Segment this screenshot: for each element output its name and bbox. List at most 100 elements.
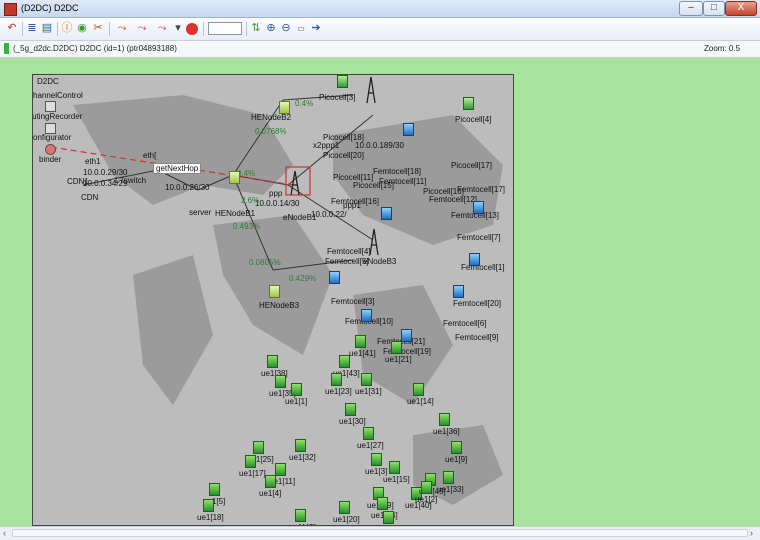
femtocell-node[interactable] xyxy=(469,253,480,266)
zoom-out-icon[interactable]: ⊖ xyxy=(280,21,292,36)
ue-node[interactable] xyxy=(443,471,454,484)
link-load-label: 0.0768% xyxy=(255,127,287,136)
configurator-icon[interactable] xyxy=(45,144,56,155)
config-icon[interactable]: ✂ xyxy=(91,21,105,36)
ue-node[interactable] xyxy=(363,427,374,440)
toolbar-separator xyxy=(203,22,204,36)
minimize-button[interactable]: – xyxy=(679,1,703,16)
scroll-left-icon[interactable]: ‹ xyxy=(3,528,6,538)
channel-control-icon[interactable] xyxy=(45,101,56,112)
run-icon[interactable]: ⤳ xyxy=(133,21,151,36)
ue-node[interactable] xyxy=(377,497,388,510)
stop-icon[interactable] xyxy=(185,21,199,36)
ue-node[interactable] xyxy=(451,441,462,454)
femtocell-label: Femtocell[16] xyxy=(331,197,380,206)
ue-node[interactable] xyxy=(421,481,432,494)
express-icon[interactable]: ▾ xyxy=(173,21,183,36)
picocell-label: Picocell[3] xyxy=(319,93,356,102)
femtocell-label: Femtocell[18] xyxy=(373,167,422,176)
ue-node[interactable] xyxy=(291,383,302,396)
scroll-right-icon[interactable]: › xyxy=(750,528,753,538)
femtocell-label: Femtocell[7] xyxy=(457,233,501,242)
ue-node[interactable] xyxy=(275,463,286,476)
info-icon[interactable]: Ⓘ xyxy=(61,21,73,36)
refresh-icon[interactable]: ⇅ xyxy=(250,21,262,36)
ue-label: ue1[1] xyxy=(285,397,308,406)
ppp-label: ppp xyxy=(269,189,283,198)
undo-icon[interactable]: ↶ xyxy=(6,21,18,36)
ue-label: ue1[18] xyxy=(197,513,224,522)
arrow-icon[interactable]: ➔ xyxy=(310,21,322,36)
dot-icon[interactable]: ◉ xyxy=(76,21,88,36)
ue-label: ue1[2] xyxy=(415,495,438,504)
fast-icon[interactable]: ⤳ xyxy=(153,21,171,36)
femtocell-label: Femtocell[1] xyxy=(461,263,505,272)
ue-node[interactable] xyxy=(439,413,450,426)
doc-icon[interactable]: ▤ xyxy=(41,21,53,36)
link-load-label: 2.6% xyxy=(241,196,260,205)
text-icon[interactable]: ▭ xyxy=(294,21,308,36)
ue-label: ue1[15] xyxy=(383,475,410,484)
picocell-node[interactable] xyxy=(337,75,348,88)
femtocell-label: Femtocell[6] xyxy=(443,319,487,328)
list-icon[interactable]: ≣ xyxy=(26,21,38,36)
ue-node[interactable] xyxy=(275,375,286,388)
picocell-ip-label: 10.0.0.189/30 xyxy=(355,141,404,150)
scroll-thumb[interactable] xyxy=(12,529,748,537)
ue-node[interactable] xyxy=(413,383,424,396)
app-icon xyxy=(4,3,17,16)
window-title: (D2DC) D2DC xyxy=(21,3,79,13)
picocell-node[interactable] xyxy=(463,97,474,110)
ue-node[interactable] xyxy=(203,499,214,512)
ue-label: ue1[20] xyxy=(333,515,360,524)
network-view[interactable]: D2DC channelControl routingRecorder conf… xyxy=(32,74,514,526)
ue-node[interactable] xyxy=(295,509,306,522)
ue-node[interactable] xyxy=(267,355,278,368)
eth-label: eth1 xyxy=(85,157,101,166)
picocell-label: Picocell[20] xyxy=(323,151,364,160)
ue-node[interactable] xyxy=(345,403,356,416)
ue-node[interactable] xyxy=(371,453,382,466)
horizontal-scrollbar[interactable]: ‹ › xyxy=(0,526,760,540)
femtocell-node[interactable] xyxy=(329,271,340,284)
femtocell-label: Femtocell[17] xyxy=(457,185,506,194)
femtocell-label: Femtocell[3] xyxy=(331,297,375,306)
eth-label-2: eth[ xyxy=(143,151,157,160)
server-label: server xyxy=(189,208,212,217)
ue-label: ue1[14] xyxy=(407,397,434,406)
femtocell-node[interactable] xyxy=(361,309,372,322)
step-icon[interactable]: ⤳ xyxy=(113,21,131,36)
ue-node[interactable] xyxy=(253,441,264,454)
femtocell-node[interactable] xyxy=(381,207,392,220)
ue-node[interactable] xyxy=(389,461,400,474)
ue-node[interactable] xyxy=(295,439,306,452)
ue-node[interactable] xyxy=(355,335,366,348)
module-path: (_5g_d2dc.D2DC) D2DC (id=1) (ptr04893188… xyxy=(13,44,177,53)
ue-label: ue1[9] xyxy=(445,455,468,464)
ue-node[interactable] xyxy=(209,483,220,496)
he-nodeb3-node[interactable] xyxy=(269,285,280,298)
femtocell-node[interactable] xyxy=(403,123,414,136)
ue-label: ue1[27] xyxy=(357,441,384,450)
switch-ip-label: 10.0.0.26/30 xyxy=(165,183,210,192)
zoom-in-icon[interactable]: ⊕ xyxy=(265,21,277,36)
ue-node[interactable] xyxy=(391,341,402,354)
he-nodeb2-node[interactable] xyxy=(279,101,290,114)
he-nodeb1-node[interactable] xyxy=(229,171,240,184)
ue-node[interactable] xyxy=(383,511,394,524)
close-button[interactable]: X xyxy=(725,1,757,16)
simulation-canvas[interactable]: D2DC channelControl routingRecorder conf… xyxy=(0,58,760,526)
femtocell-node[interactable] xyxy=(453,285,464,298)
maximize-button[interactable]: □ xyxy=(703,1,725,16)
ue-node[interactable] xyxy=(245,455,256,468)
he-nodeb2-label: HENodeB2 xyxy=(251,113,292,122)
progress-icon xyxy=(208,21,242,36)
femtocell-node[interactable] xyxy=(473,201,484,214)
femtocell-node[interactable] xyxy=(401,329,412,342)
ue-node[interactable] xyxy=(265,475,276,488)
ue-node[interactable] xyxy=(361,373,372,386)
ue-node[interactable] xyxy=(339,501,350,514)
picocell-label: Picocell[17] xyxy=(451,161,492,170)
ue-node[interactable] xyxy=(331,373,342,386)
switch-label: L7switch xyxy=(115,176,147,185)
